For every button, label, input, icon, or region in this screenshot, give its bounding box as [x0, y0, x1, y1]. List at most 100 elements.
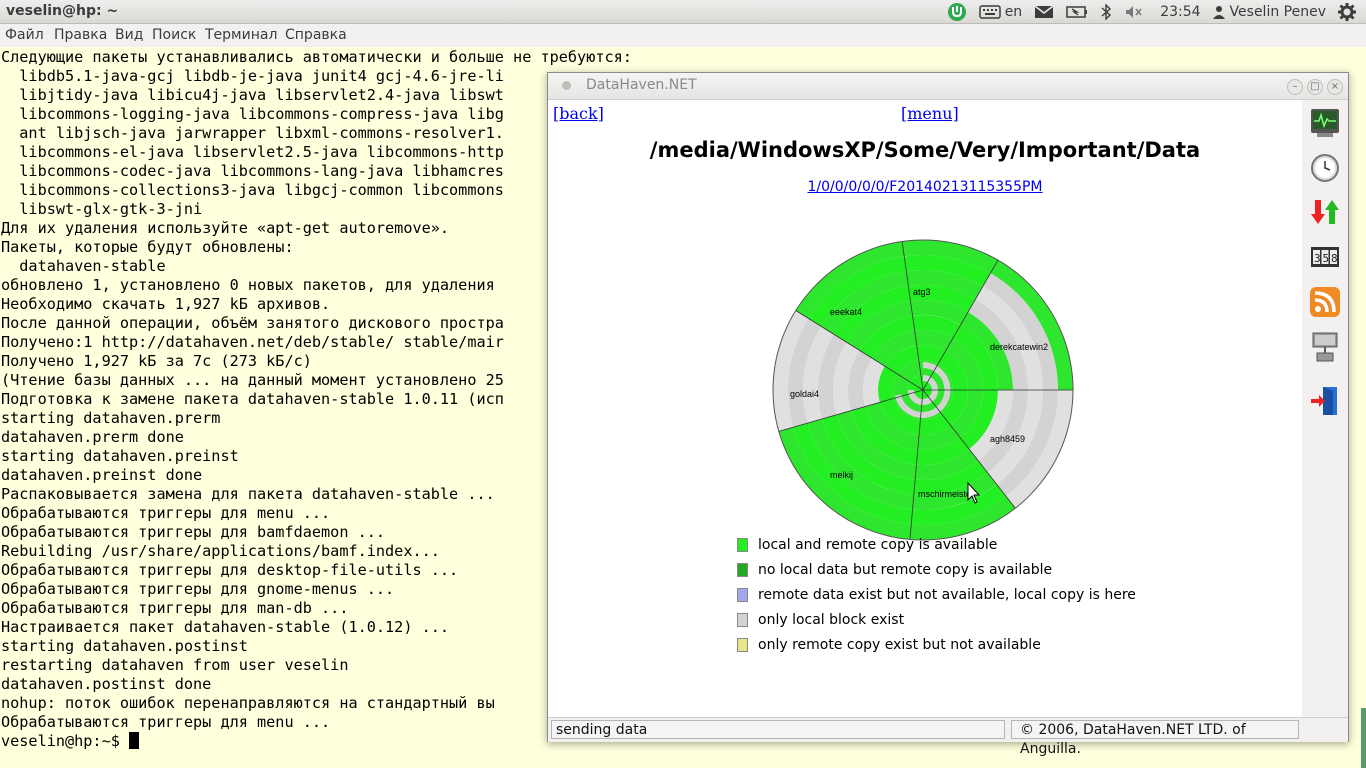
maximize-icon[interactable]: □ [1307, 79, 1323, 95]
terminal-line: ant libjsch-java jarwrapper libxml-commo… [1, 124, 504, 142]
terminal-line: starting datahaven.prerm [1, 409, 221, 427]
terminal-line: libcommons-el-java libservlet2.5-java li… [1, 143, 504, 161]
terminal-line: Обрабатываются триггеры для desktop-file… [1, 561, 459, 579]
menu-terminal[interactable]: Терминал [205, 27, 277, 43]
menu-file[interactable]: Файл [5, 27, 44, 43]
legend-item: remote data exist but not available, loc… [737, 582, 1136, 607]
terminal-line: Подготовка к замене пакета datahaven-sta… [1, 390, 504, 408]
user-menu[interactable]: Veselin Penev [1212, 4, 1326, 20]
supplier-label: derekcatewin2 [990, 342, 1048, 352]
legend-item: local and remote copy is available [737, 532, 1136, 557]
minimize-icon[interactable]: – [1287, 79, 1303, 95]
volume-muted-icon[interactable] [1124, 4, 1144, 20]
terminal-line: Обрабатываются триггеры для menu ... [1, 504, 331, 522]
datahaven-titlebar[interactable]: DataHaven.NET – □ × [548, 73, 1348, 100]
supplier-label: atg3 [913, 287, 931, 297]
active-window-title: veselin@hp: ~ [6, 3, 119, 19]
window-edge-indicator [1361, 708, 1366, 768]
keyboard-icon[interactable]: en [978, 4, 1022, 20]
transfer-arrows-icon[interactable] [1309, 196, 1341, 228]
terminal-line: Необходимо скачать 1,927 kБ архивов. [1, 295, 331, 313]
legend-label: only remote copy exist but not available [758, 636, 1041, 653]
svg-text:3: 3 [1314, 252, 1321, 265]
legend-item: only local block exist [737, 607, 1136, 632]
user-name: Veselin Penev [1229, 4, 1326, 20]
status-bar: sending data © 2006, DataHaven.NET LTD. … [548, 717, 1348, 757]
legend-label: remote data exist but not available, loc… [758, 586, 1136, 603]
terminal-line: Обрабатываются триггеры для menu ... [1, 713, 331, 731]
terminal-line: datahaven.prerm done [1, 428, 184, 446]
terminal-line: Rebuilding /usr/share/applications/bamf.… [1, 542, 440, 560]
terminal-line: обновлено 1, установлено 0 новых пакетов… [1, 276, 495, 294]
datahaven-content: [back] [menu] /media/WindowsXP/Some/Very… [548, 100, 1302, 717]
terminal-line: datahaven-stable [1, 257, 166, 275]
terminal-line: Обрабатываются триггеры для man-db ... [1, 599, 349, 617]
svg-text:8: 8 [1331, 252, 1338, 265]
system-tray: en 23:54 Veselin Penev [935, 0, 1356, 24]
supplier-label: agh8459 [990, 434, 1025, 444]
terminal-line: libcommons-collections3-java libgcj-comm… [1, 181, 504, 199]
network-icon[interactable] [1309, 331, 1341, 363]
battery-icon[interactable] [1066, 6, 1088, 18]
backup-id-link[interactable]: 1/0/0/0/0/0/F20140213115355PM [548, 179, 1302, 195]
legend-swatch [737, 562, 748, 577]
menu-edit[interactable]: Правка [54, 27, 107, 43]
terminal-line: Обрабатываются триггеры для bamfdaemon .… [1, 523, 386, 541]
gear-icon[interactable] [1338, 3, 1356, 21]
page-title: /media/WindowsXP/Some/Very/Important/Dat… [649, 138, 1201, 162]
terminal-menubar: Файл Правка Вид Поиск Терминал Справка [0, 24, 1366, 47]
chat-status-icon[interactable] [947, 2, 967, 22]
svg-text:5: 5 [1323, 252, 1330, 265]
datahaven-window[interactable]: DataHaven.NET – □ × [back] [menu] /media… [547, 72, 1349, 757]
supplier-pie-diagram[interactable]: atg3 derekcatewin2 agh8459 mschirmeister mel… [768, 235, 1078, 545]
top-panel: veselin@hp: ~ en 23:54 Veselin Penev [0, 0, 1366, 24]
supplier-label: mschirmeister [918, 489, 974, 499]
menu-help[interactable]: Справка [285, 27, 347, 43]
exit-door-icon[interactable] [1309, 385, 1341, 417]
supplier-label: eeekat4 [830, 307, 862, 317]
supplier-label: goldai4 [790, 389, 819, 399]
terminal-cursor [129, 732, 140, 749]
datahaven-sidebar: 358 [1302, 100, 1348, 717]
legend-label: local and remote copy is available [758, 536, 998, 553]
terminal-line: datahaven.preinst done [1, 466, 203, 484]
terminal-line: (Чтение базы данных ... на данный момент… [1, 371, 504, 389]
window-menu-icon[interactable] [562, 81, 571, 90]
terminal-line: Следующие пакеты устанавливались автомат… [1, 48, 632, 66]
terminal-line: После данной операции, объём занятого ди… [1, 314, 504, 332]
rss-icon[interactable] [1309, 286, 1341, 318]
terminal-line: datahaven.postinst done [1, 675, 212, 693]
clock-icon[interactable] [1309, 152, 1341, 184]
menu-link[interactable]: [menu] [901, 104, 959, 123]
terminal-line: starting datahaven.postinst [1, 637, 248, 655]
supplier-label: melkij [830, 470, 853, 480]
menu-search[interactable]: Поиск [152, 27, 196, 43]
datahaven-window-title: DataHaven.NET [586, 77, 697, 93]
terminal-line: Обрабатываются триггеры для gnome-menus … [1, 580, 395, 598]
monitor-icon[interactable] [1309, 107, 1341, 139]
legend-label: only local block exist [758, 611, 905, 628]
close-icon[interactable]: × [1327, 79, 1343, 95]
bluetooth-icon[interactable] [1100, 4, 1112, 20]
clock-time[interactable]: 23:54 [1160, 4, 1200, 20]
counter-icon[interactable]: 358 [1309, 241, 1341, 273]
menu-view[interactable]: Вид [115, 27, 143, 43]
terminal-line: Для их удаления используйте «apt-get aut… [1, 219, 450, 237]
legend-swatch [737, 637, 748, 652]
legend-swatch [737, 612, 748, 627]
legend-item: only remote copy exist but not available [737, 632, 1136, 657]
back-link[interactable]: [back] [553, 104, 604, 123]
legend: local and remote copy is available no loc… [737, 532, 1136, 657]
terminal-line: Настраивается пакет datahaven-stable (1.… [1, 618, 450, 636]
mail-icon[interactable] [1034, 5, 1054, 19]
terminal-line: libcommons-codec-java libcommons-lang-ja… [1, 162, 504, 180]
status-message: sending data [551, 720, 1005, 739]
terminal-line: Получено:1 http://datahaven.net/deb/stab… [1, 333, 504, 351]
terminal-line: Пакеты, которые будут обновлены: [1, 238, 294, 256]
legend-item: no local data but remote copy is availab… [737, 557, 1136, 582]
terminal-line: Распаковывается замена для пакета dataha… [1, 485, 495, 503]
legend-swatch [737, 537, 748, 552]
terminal-line: libjtidy-java libicu4j-java libservlet2.… [1, 86, 504, 104]
terminal-prompt-line[interactable]: veselin@hp:~$ [1, 732, 140, 751]
user-icon [1212, 6, 1225, 19]
